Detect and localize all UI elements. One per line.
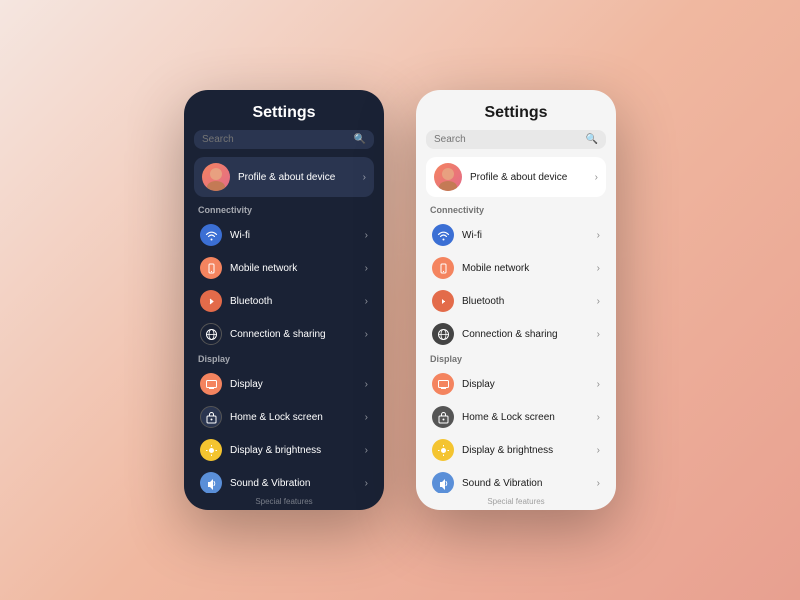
dark-wifi-label: Wi-fi [230, 230, 365, 241]
dark-wifi-item[interactable]: Wi-fi › [194, 219, 374, 251]
dark-display-chevron: › [365, 379, 368, 390]
light-homelock-chevron: › [597, 412, 600, 423]
dark-homelock-icon [200, 406, 222, 428]
dark-footer: Special features [184, 493, 384, 510]
dark-wifi-icon [200, 224, 222, 246]
dark-sound-icon [200, 472, 222, 493]
dark-section-display: Display [198, 354, 374, 364]
dark-sound-label: Sound & Vibration [230, 478, 365, 489]
light-sound-label: Sound & Vibration [462, 478, 597, 489]
light-bluetooth-item[interactable]: Bluetooth › [426, 285, 606, 317]
dark-section-connectivity: Connectivity [198, 205, 374, 215]
light-content: Profile & about device › Connectivity Wi… [416, 157, 616, 493]
light-profile-row[interactable]: Profile & about device › [426, 157, 606, 197]
dark-mobile-icon [200, 257, 222, 279]
dark-mobile-label: Mobile network [230, 263, 365, 274]
dark-mobile-chevron: › [365, 263, 368, 274]
light-mobile-chevron: › [597, 263, 600, 274]
light-homelock-icon [432, 406, 454, 428]
dark-bluetooth-icon [200, 290, 222, 312]
dark-homelock-label: Home & Lock screen [230, 412, 365, 423]
dark-connection-item[interactable]: Connection & sharing › [194, 318, 374, 350]
dark-profile-row[interactable]: Profile & about device › [194, 157, 374, 197]
light-profile-chevron: › [595, 172, 598, 183]
dark-profile-label: Profile & about device [238, 172, 363, 183]
dark-content: Profile & about device › Connectivity Wi… [184, 157, 384, 493]
dark-homelock-item[interactable]: Home & Lock screen › [194, 401, 374, 433]
light-brightness-item[interactable]: Display & brightness › [426, 434, 606, 466]
dark-profile-avatar [202, 163, 230, 191]
dark-sound-chevron: › [365, 478, 368, 489]
dark-sound-item[interactable]: Sound & Vibration › [194, 467, 374, 493]
light-mobile-item[interactable]: Mobile network › [426, 252, 606, 284]
dark-homelock-chevron: › [365, 412, 368, 423]
light-homelock-item[interactable]: Home & Lock screen › [426, 401, 606, 433]
dark-title: Settings [184, 90, 384, 130]
dark-connection-icon [200, 323, 222, 345]
dark-brightness-label: Display & brightness [230, 445, 365, 456]
light-search-input[interactable] [434, 134, 586, 145]
light-profile-label: Profile & about device [470, 172, 595, 183]
light-wifi-item[interactable]: Wi-fi › [426, 219, 606, 251]
dark-bluetooth-chevron: › [365, 296, 368, 307]
light-brightness-label: Display & brightness [462, 445, 597, 456]
dark-bluetooth-label: Bluetooth [230, 296, 365, 307]
dark-brightness-item[interactable]: Display & brightness › [194, 434, 374, 466]
light-brightness-icon [432, 439, 454, 461]
light-bluetooth-icon [432, 290, 454, 312]
dark-bluetooth-item[interactable]: Bluetooth › [194, 285, 374, 317]
light-connection-icon [432, 323, 454, 345]
light-sound-icon [432, 472, 454, 493]
light-bluetooth-label: Bluetooth [462, 296, 597, 307]
light-phone: Settings 🔍 Profile & about device › Conn… [416, 90, 616, 510]
dark-display-icon [200, 373, 222, 395]
light-homelock-label: Home & Lock screen [462, 412, 597, 423]
light-search-icon: 🔍 [586, 134, 598, 145]
dark-brightness-chevron: › [365, 445, 368, 456]
light-search-bar[interactable]: 🔍 [426, 130, 606, 149]
light-wifi-icon [432, 224, 454, 246]
dark-mobile-item[interactable]: Mobile network › [194, 252, 374, 284]
dark-phone: Settings 🔍 Profile & about device › Conn… [184, 90, 384, 510]
light-section-display: Display [430, 354, 606, 364]
light-connection-label: Connection & sharing [462, 329, 597, 340]
light-title: Settings [416, 90, 616, 130]
light-section-connectivity: Connectivity [430, 205, 606, 215]
light-bluetooth-chevron: › [597, 296, 600, 307]
light-wifi-chevron: › [597, 230, 600, 241]
light-wifi-label: Wi-fi [462, 230, 597, 241]
light-display-icon [432, 373, 454, 395]
light-connection-chevron: › [597, 329, 600, 340]
dark-search-input[interactable] [202, 134, 354, 145]
light-footer: Special features [416, 493, 616, 510]
light-display-chevron: › [597, 379, 600, 390]
light-brightness-chevron: › [597, 445, 600, 456]
light-mobile-icon [432, 257, 454, 279]
light-connection-item[interactable]: Connection & sharing › [426, 318, 606, 350]
light-display-label: Display [462, 379, 597, 390]
dark-display-item[interactable]: Display › [194, 368, 374, 400]
dark-connection-chevron: › [365, 329, 368, 340]
dark-search-bar[interactable]: 🔍 [194, 130, 374, 149]
light-display-item[interactable]: Display › [426, 368, 606, 400]
dark-brightness-icon [200, 439, 222, 461]
light-sound-chevron: › [597, 478, 600, 489]
dark-wifi-chevron: › [365, 230, 368, 241]
light-mobile-label: Mobile network [462, 263, 597, 274]
dark-profile-chevron: › [363, 172, 366, 183]
light-profile-avatar [434, 163, 462, 191]
dark-display-label: Display [230, 379, 365, 390]
light-sound-item[interactable]: Sound & Vibration › [426, 467, 606, 493]
dark-search-icon: 🔍 [354, 134, 366, 145]
dark-connection-label: Connection & sharing [230, 329, 365, 340]
